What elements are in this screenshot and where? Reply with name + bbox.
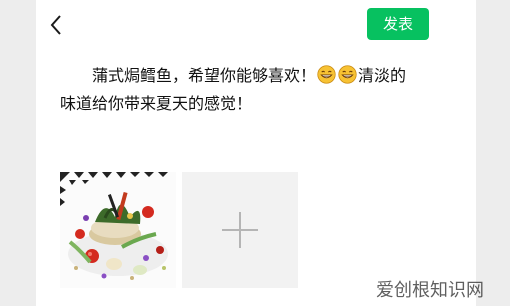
chevron-left-icon <box>50 15 61 35</box>
add-photo-button[interactable] <box>182 172 298 288</box>
plus-icon <box>222 212 258 248</box>
post-text-part1: 蒲式焗鳕鱼，希望你能够喜欢！ <box>92 66 317 85</box>
post-text[interactable]: 蒲式焗鳕鱼，希望你能够喜欢！ 清淡的味道给你带来夏天的感觉！ <box>60 62 420 118</box>
food-photo <box>60 172 176 288</box>
watermark-text: 爱创根知识网 <box>376 280 484 301</box>
grinning-face-icon <box>338 65 357 84</box>
attached-photo[interactable] <box>60 172 176 288</box>
publish-button[interactable]: 发表 <box>367 8 429 40</box>
grinning-face-icon <box>317 65 336 84</box>
back-button[interactable] <box>47 13 67 37</box>
